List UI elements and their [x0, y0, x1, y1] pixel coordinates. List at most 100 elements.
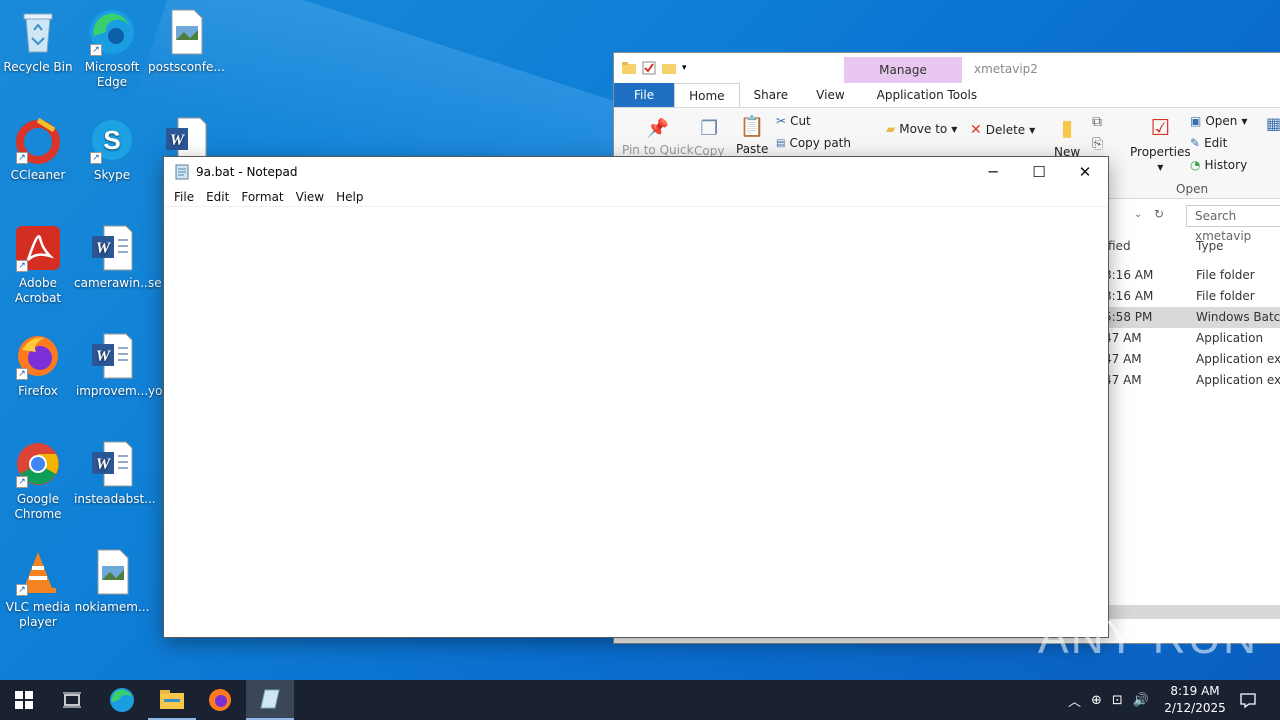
- tab-application-tools[interactable]: Application Tools: [863, 83, 991, 107]
- desktop-icon-camerawin[interactable]: W camerawin...: [74, 224, 152, 291]
- taskbar-notepad[interactable]: [246, 680, 294, 720]
- taskbar: ︿ ⊕ ⊡ 🔊 8:19 AM 2/12/2025: [0, 680, 1280, 720]
- firefox-icon: ↗: [14, 332, 62, 380]
- desktop-icon-edge[interactable]: ↗ Microsoft Edge: [74, 8, 150, 90]
- open-button[interactable]: ▣ Open ▼: [1190, 114, 1248, 128]
- edit-button[interactable]: ✎ Edit: [1190, 136, 1227, 150]
- network-icon[interactable]: ⊡: [1112, 693, 1123, 708]
- manage-contextual-tab[interactable]: Manage: [844, 57, 962, 83]
- delete-button[interactable]: ✕ Delete ▼: [970, 122, 1035, 138]
- image-file-icon: [162, 8, 210, 56]
- history-button[interactable]: ◔ History: [1190, 158, 1247, 172]
- desktop-icon-label: Google Chrome: [14, 492, 62, 521]
- desktop-icon-vlc[interactable]: ↗ VLC media player: [0, 548, 76, 630]
- new-item-button[interactable]: ⧉: [1092, 114, 1102, 130]
- desktop-icon-label: Microsoft Edge: [84, 60, 140, 89]
- desktop-icon-nokiamem[interactable]: nokiamem...: [74, 548, 150, 615]
- meet-now-icon[interactable]: ⊕: [1091, 693, 1102, 708]
- menu-edit[interactable]: Edit: [200, 187, 235, 206]
- menu-help[interactable]: Help: [330, 187, 369, 206]
- file-row[interactable]: 47 AM Application exte: [1104, 370, 1280, 391]
- tab-file[interactable]: File: [614, 83, 675, 107]
- search-input[interactable]: Search xmetavip: [1186, 205, 1280, 243]
- svg-text:W: W: [96, 348, 112, 365]
- desktop-icon-label: VLC media player: [5, 600, 71, 629]
- desktop-icon-yo[interactable]: yo: [148, 332, 164, 399]
- menu-format[interactable]: Format: [235, 187, 289, 206]
- column-header-modified[interactable]: fied: [1108, 239, 1131, 253]
- explorer-folder-name: xmetavip2: [974, 62, 1038, 76]
- word-document-icon: [148, 332, 164, 380]
- file-row-selected[interactable]: 5:58 PM Windows Batch: [1104, 307, 1280, 328]
- desktop-icon-improvem[interactable]: W improvem...: [74, 332, 150, 399]
- desktop-icon-chrome[interactable]: ↗ Google Chrome: [0, 440, 76, 522]
- taskbar-file-explorer[interactable]: [148, 680, 196, 720]
- desktop-icon-insteadabst[interactable]: W insteadabst...: [74, 440, 156, 507]
- task-view-button[interactable]: [48, 680, 96, 720]
- text-editor-area[interactable]: [164, 208, 1108, 637]
- desktop-icon-label: Skype: [93, 168, 131, 182]
- quick-access-dropdown-icon[interactable]: ▾: [682, 63, 687, 73]
- properties-button[interactable]: ☑ Properties ▼: [1130, 116, 1191, 172]
- menu-view[interactable]: View: [290, 187, 330, 206]
- tab-view[interactable]: View: [802, 83, 858, 107]
- window-title: 9a.bat - Notepad: [196, 165, 298, 179]
- chevron-down-icon: ▼: [951, 124, 958, 134]
- move-to-button[interactable]: ▰ Move to ▼: [886, 122, 957, 136]
- start-button[interactable]: [0, 680, 48, 720]
- scissors-icon: ✂: [776, 114, 787, 128]
- refresh-icon[interactable]: ↻: [1154, 207, 1164, 221]
- file-type: Application exte: [1196, 352, 1280, 366]
- cut-button[interactable]: ✂ Cut: [776, 114, 811, 128]
- chevron-up-icon[interactable]: ︿: [1068, 691, 1081, 710]
- edit-label: Edit: [1204, 136, 1228, 150]
- desktop-icon-skype[interactable]: S ↗ Skype: [74, 116, 150, 183]
- menu-file[interactable]: File: [168, 187, 200, 206]
- word-document-icon: W: [88, 224, 136, 272]
- edge-icon: ↗: [88, 8, 136, 56]
- edge-icon: [110, 688, 134, 712]
- minimize-button[interactable]: ─: [970, 157, 1016, 187]
- desktop-icon-acrobat[interactable]: ↗ Adobe Acrobat: [0, 224, 76, 306]
- skype-icon: S ↗: [88, 116, 136, 164]
- tab-share[interactable]: Share: [740, 83, 803, 107]
- desktop-icon-firefox[interactable]: ↗ Firefox: [0, 332, 76, 399]
- close-button[interactable]: ✕: [1062, 157, 1108, 187]
- notepad-titlebar[interactable]: 9a.bat - Notepad ─ ☐ ✕: [164, 157, 1108, 187]
- copy-path-button[interactable]: ▤ Copy path: [776, 136, 851, 150]
- clock[interactable]: 8:19 AM 2/12/2025: [1160, 683, 1230, 717]
- paste-button[interactable]: 📋 Paste: [736, 114, 768, 156]
- delete-label: Delete: [985, 123, 1026, 137]
- file-row[interactable]: 8:16 AM File folder: [1104, 286, 1280, 307]
- copy-icon: ❐: [700, 116, 719, 140]
- desktop-icon-postsconfe[interactable]: postsconfe...: [148, 8, 225, 75]
- select-all-icon[interactable]: ▦: [1266, 114, 1280, 133]
- shortcut-arrow-icon: ↗: [16, 368, 28, 380]
- desktop-icon-label: Recycle Bin: [3, 60, 73, 74]
- properties-check-icon[interactable]: [642, 61, 656, 75]
- volume-icon[interactable]: 🔊: [1133, 693, 1149, 708]
- file-type: Application exte: [1196, 373, 1280, 387]
- file-row[interactable]: 8:16 AM File folder: [1104, 265, 1280, 286]
- desktop-icon-recycle-bin[interactable]: Recycle Bin: [0, 8, 76, 75]
- taskbar-firefox[interactable]: [196, 680, 244, 720]
- maximize-button[interactable]: ☐: [1016, 157, 1062, 187]
- notification-button[interactable]: [1238, 680, 1258, 720]
- file-row[interactable]: 47 AM Application: [1104, 328, 1280, 349]
- file-row[interactable]: 47 AM Application exte: [1104, 349, 1280, 370]
- new-folder-button[interactable]: ▮ New: [1054, 116, 1080, 159]
- taskbar-edge[interactable]: [98, 680, 146, 720]
- history-icon: ◔: [1190, 158, 1201, 172]
- column-header-type[interactable]: Type: [1196, 239, 1224, 253]
- pin-to-quick-button[interactable]: 📌 Pin to Quick: [622, 118, 694, 157]
- new-folder-icon[interactable]: [662, 61, 676, 75]
- notepad-window[interactable]: 9a.bat - Notepad ─ ☐ ✕ File Edit Format …: [163, 156, 1109, 638]
- pin-label: Pin to Quick: [622, 143, 694, 157]
- desktop-icon-se[interactable]: se: [148, 224, 164, 291]
- chevron-down-icon[interactable]: ⌄: [1134, 209, 1142, 220]
- shortcut-arrow-icon: ↗: [16, 260, 28, 272]
- tab-home[interactable]: Home: [674, 83, 740, 107]
- easy-access-button[interactable]: ⎘: [1092, 136, 1103, 152]
- desktop-icon-ccleaner[interactable]: ↗ CCleaner: [0, 116, 76, 183]
- copy-button[interactable]: ❐ Copy: [694, 116, 724, 158]
